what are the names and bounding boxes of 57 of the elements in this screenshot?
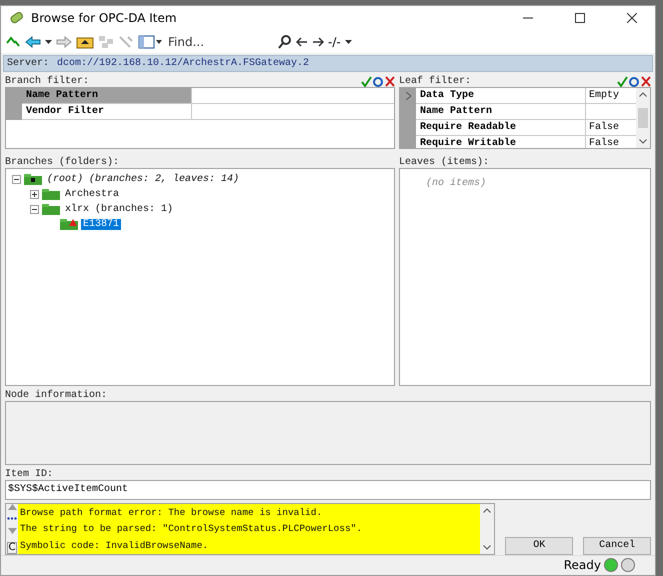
- tree-node[interactable]: xlrx (branches: 1): [63, 204, 176, 215]
- collapse-icon[interactable]: [30, 204, 39, 214]
- property-name[interactable]: Vendor Filter: [22, 104, 192, 120]
- folder-icon: [42, 188, 60, 200]
- scrollbar[interactable]: [636, 88, 650, 148]
- filter-actions-icon[interactable]: [617, 76, 651, 87]
- scrollbar[interactable]: [480, 504, 494, 554]
- search-icon[interactable]: [278, 34, 292, 49]
- window-title: Browse for OPC-DA Item: [31, 11, 178, 26]
- tree-node[interactable]: Archestra: [63, 188, 122, 200]
- right-arrow-icon[interactable]: [312, 36, 324, 47]
- left-arrow-icon[interactable]: [296, 36, 308, 47]
- side-label[interactable]: C: [6, 542, 18, 554]
- property-name[interactable]: Name Pattern: [416, 104, 586, 120]
- cancel-button[interactable]: Cancel: [583, 536, 651, 555]
- field-label: Item ID:: [5, 468, 54, 480]
- empty-text: (no items): [425, 178, 486, 189]
- scroll-up-icon[interactable]: [483, 508, 492, 513]
- scroll-down-icon[interactable]: [483, 544, 492, 550]
- tree-node[interactable]: (root) (branches: 2, leaves: 14): [45, 174, 242, 185]
- scroll-down-icon[interactable]: [639, 138, 647, 144]
- section-label: Leaf filter:: [399, 76, 472, 87]
- message-line: Browse path format error: The browse name is invalid.: [20, 506, 324, 518]
- property-name[interactable]: Require Readable: [416, 120, 586, 136]
- panel-icon[interactable]: [138, 34, 162, 49]
- property-name[interactable]: Name Pattern: [22, 88, 192, 104]
- section-label: Node information:: [5, 390, 108, 401]
- more-icon[interactable]: [7, 517, 17, 520]
- close-icon[interactable]: [627, 13, 637, 24]
- message-line: The string to be parsed: "ControlSystemStatus.PLCPowerLoss".: [20, 523, 364, 534]
- property-name[interactable]: Require Writable: [416, 136, 586, 148]
- root-folder-icon: [24, 174, 42, 185]
- section-label: Branch filter:: [5, 76, 90, 87]
- path-selector[interactable]: -/-: [328, 34, 341, 49]
- maximize-icon[interactable]: [575, 13, 585, 24]
- ok-button[interactable]: OK: [505, 536, 574, 555]
- back-icon[interactable]: [25, 36, 41, 48]
- caret-icon[interactable]: [344, 40, 352, 44]
- filter-actions-icon[interactable]: [361, 76, 395, 87]
- expand-icon[interactable]: [30, 190, 39, 199]
- status-text: Ready: [564, 558, 601, 572]
- caret-icon[interactable]: [45, 40, 52, 44]
- server-label: Server:: [7, 58, 50, 69]
- collapse-icon[interactable]: [12, 174, 21, 184]
- tree-node[interactable]: E13871: [81, 218, 122, 230]
- current-row-icon: [406, 92, 410, 100]
- property-name[interactable]: Data Type: [416, 88, 586, 104]
- message-line: Symbolic code: InvalidBrowseName.: [20, 540, 210, 551]
- folder-up-icon[interactable]: [76, 34, 94, 49]
- scroll-up-icon[interactable]: [639, 92, 647, 97]
- section-label: Branches (folders):: [5, 156, 120, 168]
- row-header[interactable]: [400, 88, 416, 104]
- flagged-folder-icon: [60, 218, 78, 230]
- item-id-field[interactable]: $SYS$ActiveItemCount: [5, 480, 651, 500]
- section-label: Leaves (items):: [399, 156, 490, 168]
- server-address: dcom://192.168.10.12/ArchestrA.FSGateway.2: [57, 58, 310, 69]
- folder-icon: [42, 204, 60, 215]
